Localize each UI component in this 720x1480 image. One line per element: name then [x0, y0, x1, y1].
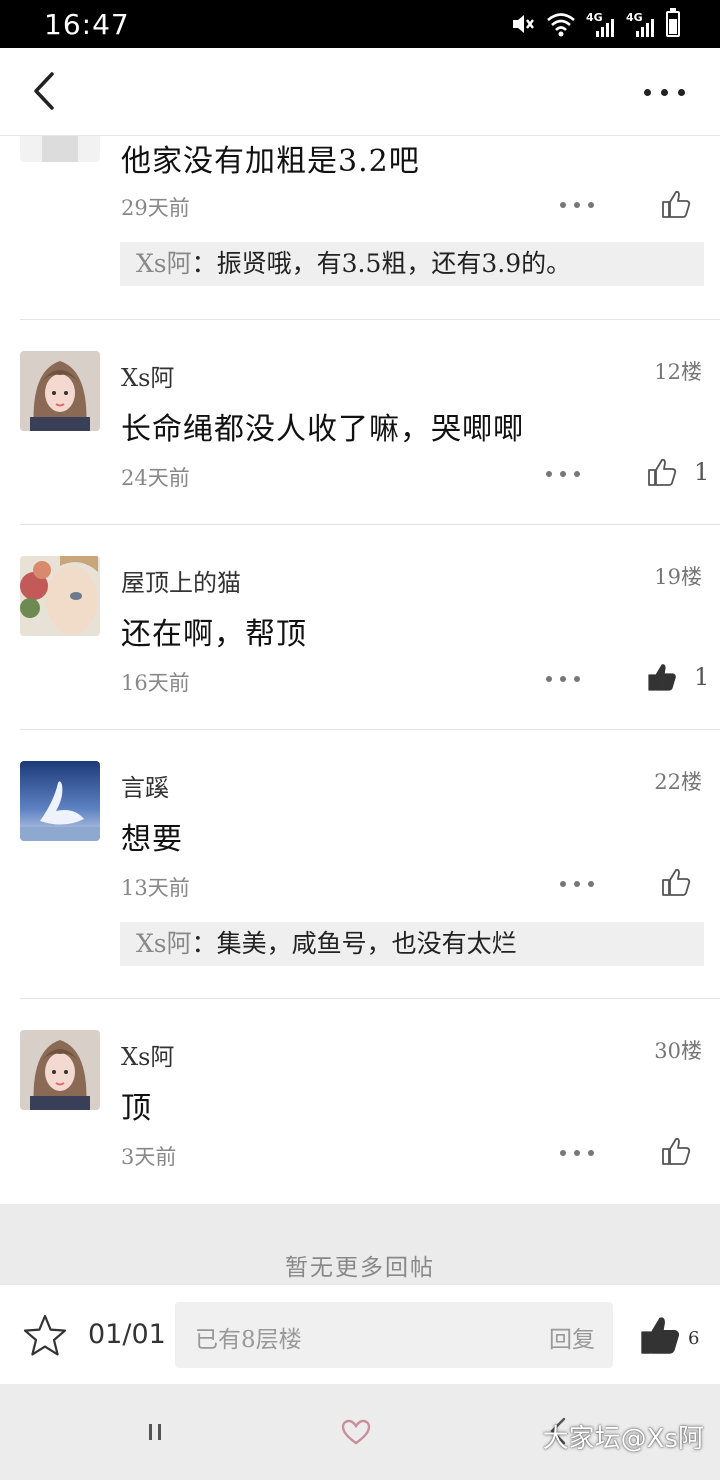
page-indicator[interactable]: 01/01 [88, 1319, 166, 1350]
reply-author[interactable]: 言蹊 [121, 768, 169, 803]
reply-options-button[interactable] [538, 459, 588, 489]
thumbs-up-icon [662, 868, 691, 896]
recent-apps-icon [149, 1424, 152, 1440]
more-options-button[interactable] [636, 76, 692, 108]
no-more-text: 暂无更多回帖 [285, 1255, 435, 1281]
reply-time: 29天前 [121, 196, 190, 220]
watermark: 大家坛@Xs阿 [542, 1424, 704, 1454]
reply-item: Xs阿 30楼 顶 3天前 [0, 999, 720, 1204]
quote-author: Xs阿 [136, 249, 192, 278]
reply-time: 24天前 [121, 466, 190, 490]
quote-text: ：集美，咸鱼号，也没有太烂 [191, 929, 517, 958]
thumbs-up-filled-icon [641, 1317, 680, 1354]
floor-number: 12楼 [654, 360, 702, 384]
top-app-bar [0, 48, 720, 136]
reply-item: 言蹊 22楼 想要 13天前 Xs阿：集美，咸鱼号，也没有太烂 [0, 730, 720, 999]
status-icons: 4G 4G [510, 8, 680, 38]
quote-text: ：振贤哦，有3.5粗，还有3.9的。 [191, 249, 572, 278]
reply-placeholder: 已有8层楼 [195, 1327, 302, 1353]
reply-content: 顶 [121, 1091, 152, 1126]
battery-icon [666, 8, 680, 37]
heart-icon [341, 1419, 371, 1445]
reply-time: 16天前 [121, 671, 190, 695]
quote-author: Xs阿 [136, 929, 192, 958]
thumbs-up-icon [648, 458, 677, 486]
cellular-signal-icon: 4G [586, 11, 616, 37]
avatar[interactable] [20, 351, 100, 431]
star-icon [23, 1314, 67, 1356]
reply-item: 他家没有加粗是3.2吧 29天前 Xs阿：振贤哦，有3.5粗，还有3.9的。 [0, 136, 720, 320]
reply-author[interactable]: Xs阿 [121, 358, 174, 393]
reply-content: 想要 [121, 822, 183, 857]
thumbs-up-icon [662, 1137, 691, 1165]
like-button[interactable]: 1 [646, 452, 709, 492]
no-more-replies: 暂无更多回帖 [0, 1204, 720, 1284]
reply-options-button[interactable] [538, 664, 588, 694]
floor-number: 22楼 [654, 770, 702, 794]
system-nav-bar: 大家坛@Xs阿 [0, 1384, 720, 1480]
favorite-button[interactable] [22, 1313, 68, 1359]
reply-item: 屋顶上的猫 19楼 还在啊，帮顶 16天前 1 [0, 525, 720, 730]
floor-number: 30楼 [654, 1039, 702, 1063]
recent-apps-button[interactable] [140, 1420, 170, 1444]
floor-number: 19楼 [654, 565, 702, 589]
reply-options-button[interactable] [552, 869, 602, 899]
wifi-icon [546, 11, 576, 37]
like-count: 1 [694, 458, 710, 486]
reply-author[interactable]: 屋顶上的猫 [121, 563, 241, 598]
thumbs-up-icon [662, 190, 691, 218]
post-like-count: 6 [688, 1328, 700, 1349]
avatar[interactable] [20, 136, 100, 162]
chevron-left-icon [34, 72, 54, 110]
like-button[interactable] [660, 862, 692, 902]
reply-input[interactable]: 已有8层楼 回复 [175, 1302, 613, 1368]
reply-content: 长命绳都没人收了嘛，哭唧唧 [121, 412, 524, 447]
reply-content: 他家没有加粗是3.2吧 [121, 144, 420, 179]
status-bar: 16:47 4G 4G [0, 0, 720, 48]
reply-author[interactable]: Xs阿 [121, 1037, 174, 1072]
like-button[interactable] [660, 184, 692, 224]
quoted-reply[interactable]: Xs阿：集美，咸鱼号，也没有太烂 [120, 922, 704, 966]
reply-options-button[interactable] [552, 1138, 602, 1168]
like-button[interactable] [660, 1131, 692, 1171]
home-button[interactable] [340, 1418, 372, 1446]
like-count: 1 [694, 663, 710, 691]
avatar[interactable] [20, 556, 100, 636]
avatar[interactable] [20, 761, 100, 841]
status-time: 16:47 [44, 8, 130, 41]
reply-options-button[interactable] [552, 190, 602, 220]
back-button[interactable] [22, 66, 70, 114]
mute-icon [510, 11, 536, 37]
avatar[interactable] [20, 1030, 100, 1110]
reply-item: Xs阿 12楼 长命绳都没人收了嘛，哭唧唧 24天前 1 [0, 320, 720, 525]
reply-button[interactable]: 回复 [549, 1320, 595, 1354]
more-horizontal-icon [643, 88, 651, 96]
reply-content: 还在啊，帮顶 [121, 617, 307, 652]
reply-time: 3天前 [121, 1145, 177, 1169]
liked-button[interactable]: 1 [646, 657, 709, 697]
cellular-signal-icon-2: 4G [626, 11, 656, 37]
post-like-button[interactable]: 6 [638, 1313, 699, 1357]
quoted-reply[interactable]: Xs阿：振贤哦，有3.5粗，还有3.9的。 [120, 242, 704, 286]
reply-time: 13天前 [121, 876, 190, 900]
reply-list[interactable]: 他家没有加粗是3.2吧 29天前 Xs阿：振贤哦，有3.5粗，还有3.9的。 X… [0, 136, 720, 1204]
thumbs-up-filled-icon [648, 664, 676, 691]
bottom-toolbar: 01/01 已有8层楼 回复 6 [0, 1284, 720, 1384]
